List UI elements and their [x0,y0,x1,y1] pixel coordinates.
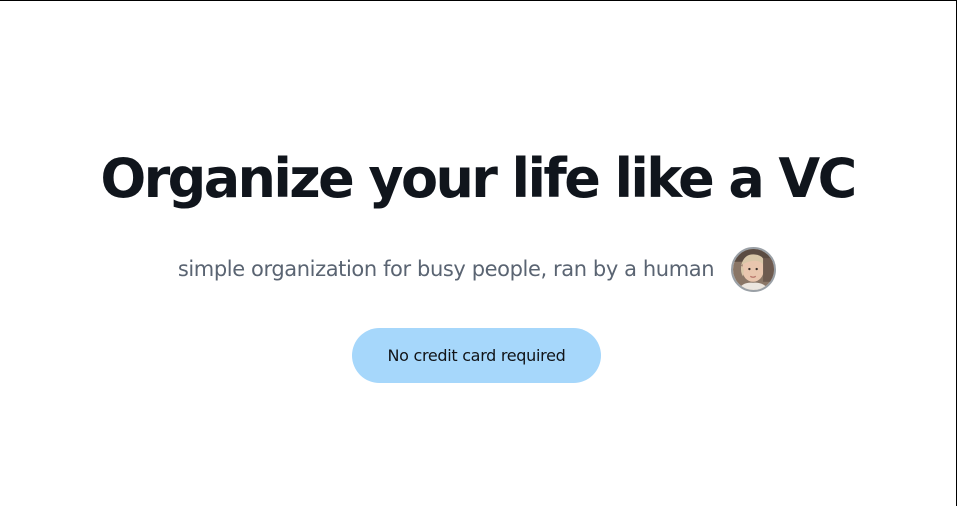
avatar [731,246,777,292]
hero-subtitle: simple organization for busy people, ran… [177,257,715,281]
subtitle-row: simple organization for busy people, ran… [0,245,955,293]
page-frame: Organize your life like a VC simple orga… [0,0,957,506]
person-photo-avatar-icon [733,248,775,290]
hero-title: Organize your life like a VC [100,147,857,210]
no-credit-card-button[interactable]: No credit card required [352,328,601,383]
